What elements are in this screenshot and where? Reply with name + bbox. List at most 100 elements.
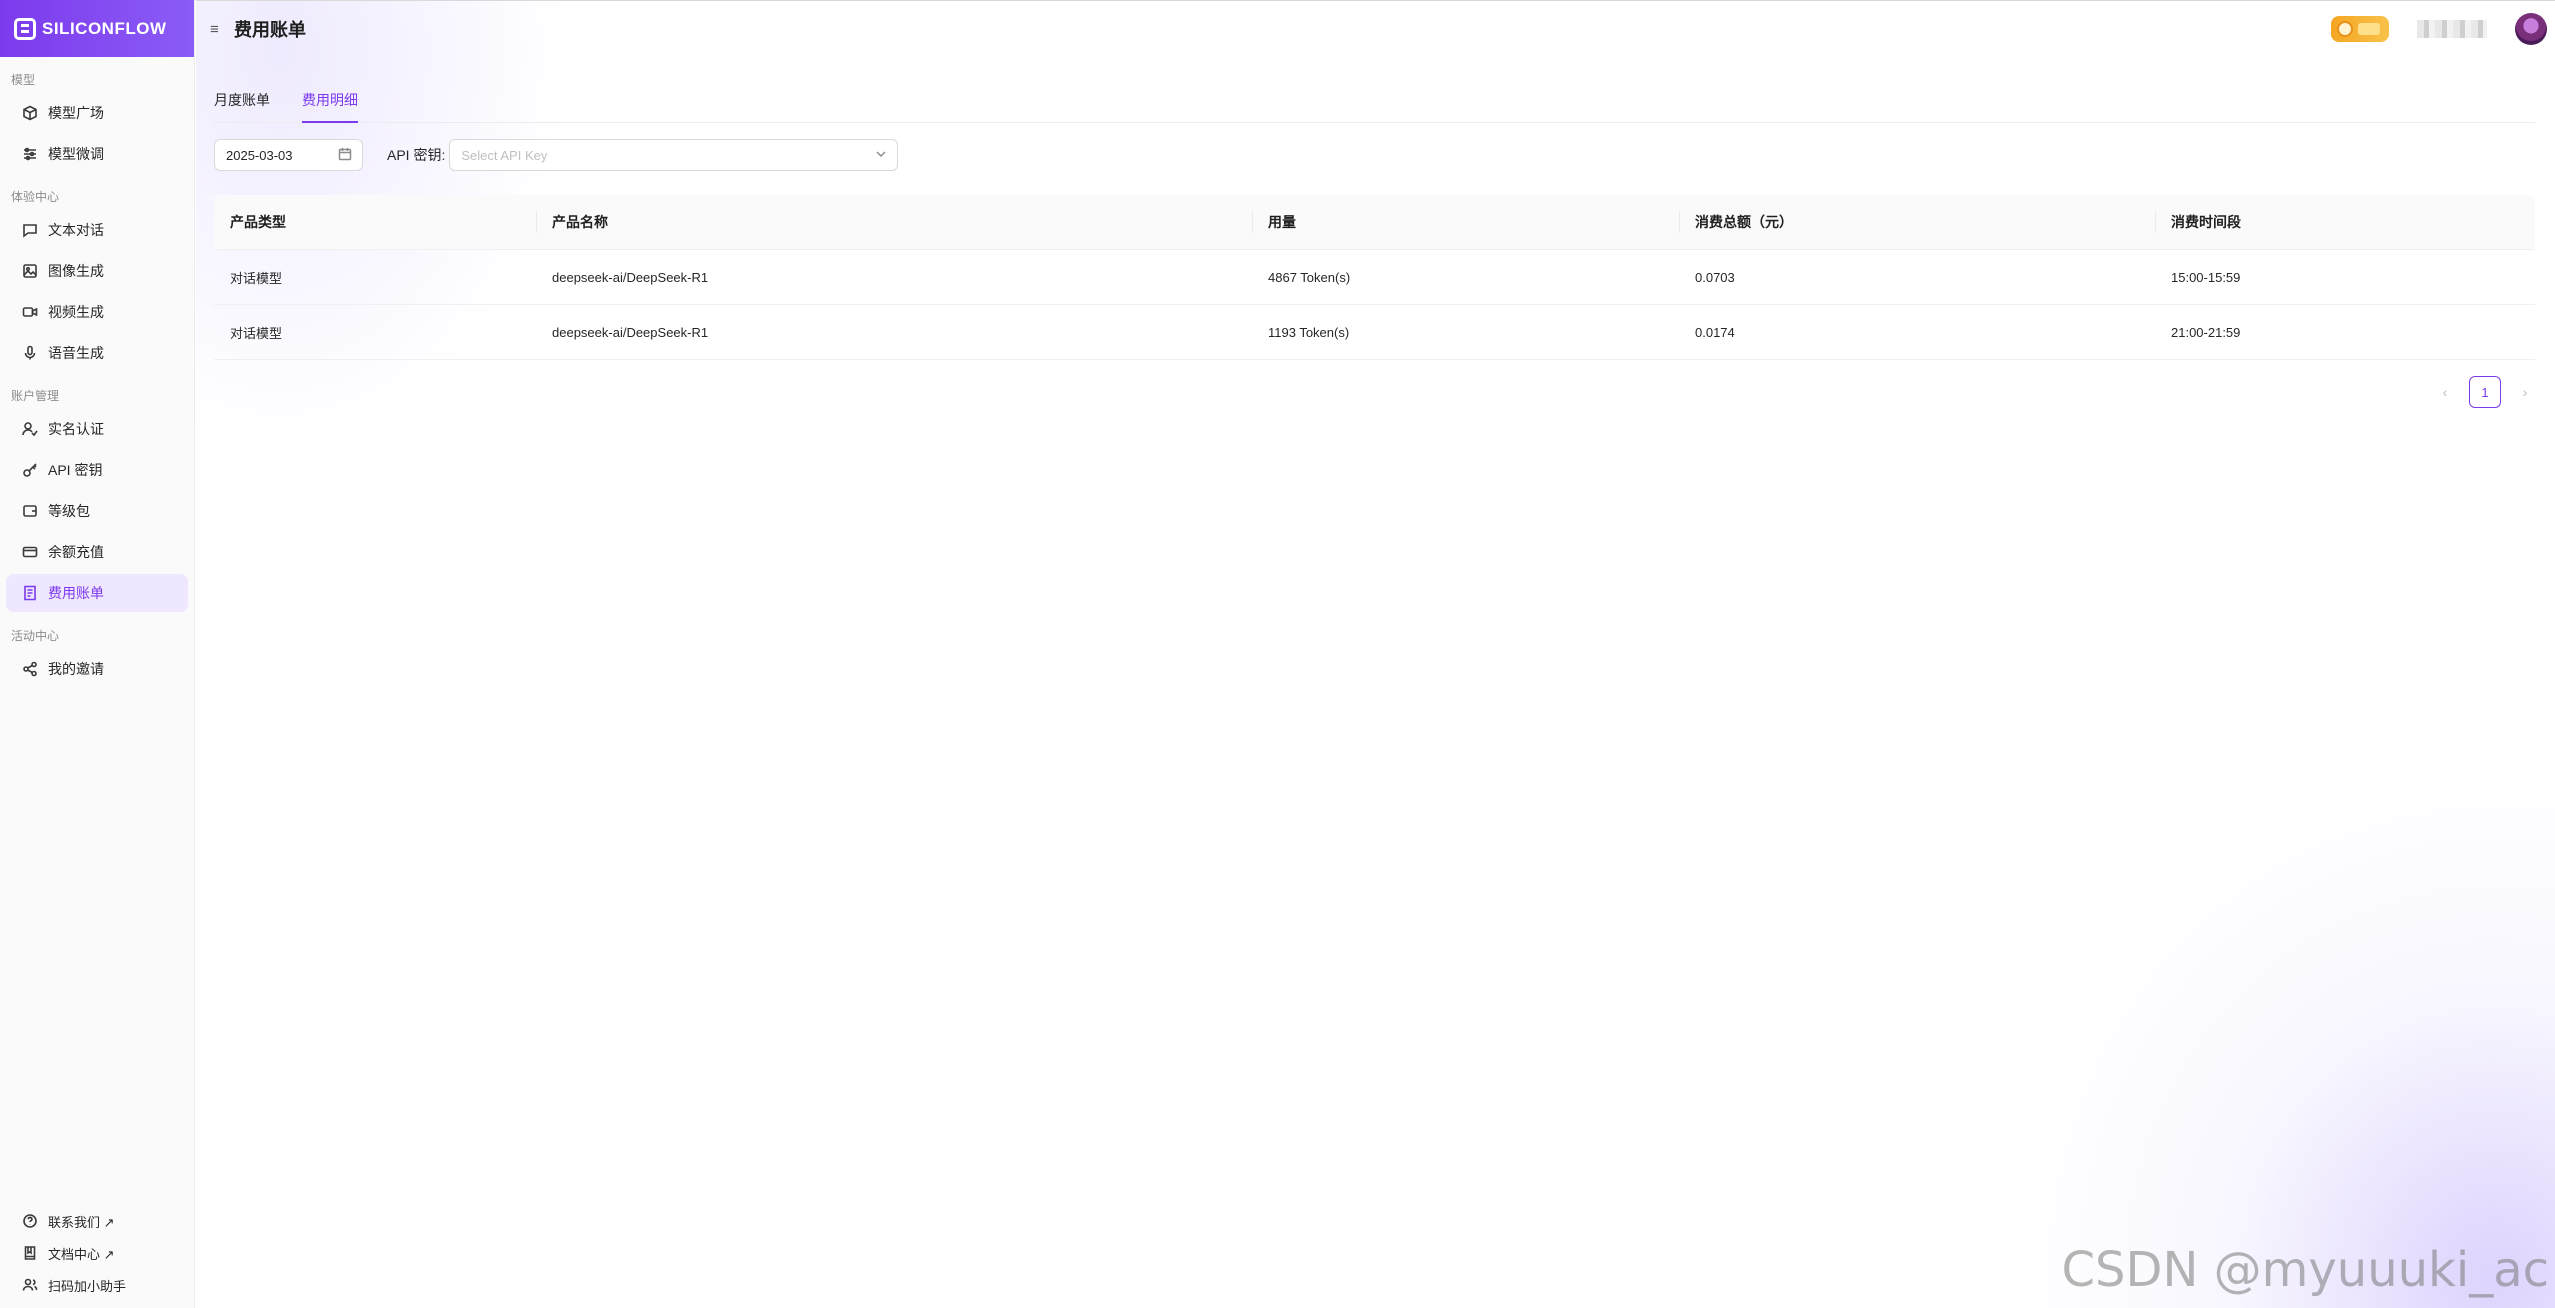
brand-name: SILICONFLOW [42, 18, 167, 38]
key-icon [22, 462, 38, 478]
assistant-qr-link[interactable]: 扫码加小助手 [6, 1270, 188, 1300]
table-cell: deepseek-ai/DeepSeek-R1 [552, 269, 709, 285]
nav-section-title: 活动中心 [11, 629, 60, 643]
table-cell: 15:00-15:59 [2171, 269, 2241, 285]
mic-icon [22, 345, 38, 361]
tab-bar: 月度账单 费用明细 [214, 57, 2535, 123]
sidebar-item-image-gen[interactable]: 图像生成 [6, 252, 188, 290]
calendar-icon [338, 147, 352, 164]
sidebar-item-model-square[interactable]: 模型广场 [6, 94, 188, 132]
column-header: 产品类型 [230, 214, 286, 230]
table-header: 产品类型 产品名称 用量 消费总额（元） 消费时间段 [214, 195, 2535, 250]
logo-icon [14, 17, 36, 40]
sidebar-item-invites[interactable]: 我的邀请 [6, 650, 188, 688]
sidebar-item-label: 文档中心 ↗ [48, 1246, 115, 1262]
column-header: 消费总额（元） [1679, 211, 2155, 233]
sidebar-footer: 联系我们 ↗ 文档中心 ↗ 扫码加小助手 [0, 1204, 194, 1302]
api-key-select[interactable]: Select API Key [449, 139, 899, 171]
sidebar-item-label: 费用账单 [48, 585, 104, 601]
sidebar-item-billing[interactable]: 费用账单 [6, 574, 188, 612]
sidebar-item-fine-tune[interactable]: 模型微调 [6, 135, 188, 173]
sidebar-item-label: 图像生成 [48, 263, 104, 279]
image-icon [22, 263, 38, 279]
filter-bar: 2025-03-03 API 密钥: Select API Key [214, 139, 2535, 171]
next-page-button[interactable]: › [2517, 384, 2533, 400]
sidebar-item-label: 语音生成 [48, 345, 104, 361]
level-badge[interactable] [2331, 16, 2389, 42]
credit-card-icon [22, 544, 38, 560]
prev-page-button[interactable]: ‹ [2437, 384, 2453, 400]
column-header: 消费时间段 [2155, 211, 2535, 233]
nav-section-title: 模型 [11, 73, 36, 87]
column-header: 用量 [1252, 211, 1679, 233]
bill-icon [22, 585, 38, 601]
help-circle-icon [22, 1213, 38, 1229]
table-cell: 21:00-21:59 [2171, 324, 2241, 340]
users-icon [22, 1277, 38, 1293]
book-icon [22, 1245, 38, 1261]
contact-us-link[interactable]: 联系我们 ↗ [6, 1206, 188, 1236]
wallet-icon [22, 503, 38, 519]
date-picker[interactable]: 2025-03-03 [214, 139, 363, 171]
background-wash [1955, 708, 2555, 1308]
logo[interactable]: SILICONFLOW [0, 0, 194, 57]
sidebar-item-label: API 密钥 [48, 462, 103, 478]
docs-center-link[interactable]: 文档中心 ↗ [6, 1238, 188, 1268]
table-cell: 1193 Token(s) [1268, 324, 1350, 340]
cube-icon [22, 105, 38, 121]
nav-section-title: 账户管理 [11, 389, 60, 403]
sidebar-item-label: 模型微调 [48, 146, 104, 162]
sidebar-item-label: 联系我们 ↗ [48, 1214, 115, 1230]
user-check-icon [22, 421, 38, 437]
sidebar-item-label: 等级包 [48, 503, 90, 519]
table-cell: 0.0174 [1695, 324, 1735, 340]
sidebar-item-text-chat[interactable]: 文本对话 [6, 211, 188, 249]
sidebar-item-label: 我的邀请 [48, 661, 104, 677]
table-cell: 0.0703 [1695, 269, 1735, 285]
page-title: 费用账单 [234, 20, 306, 40]
sidebar-item-label: 实名认证 [48, 421, 104, 437]
api-key-label: API 密钥: [387, 147, 446, 163]
user-area [2331, 13, 2547, 45]
watermark: CSDN @myuuuki_ac [2061, 1242, 2549, 1298]
username-redacted [2417, 20, 2487, 38]
share-icon [22, 661, 38, 677]
sidebar-item-label: 视频生成 [48, 304, 104, 320]
sidebar-item-verification[interactable]: 实名认证 [6, 410, 188, 448]
sidebar: SILICONFLOW 模型 模型广场 模型微调 体验中心 文本对话 图像生成 … [0, 0, 195, 1308]
table-cell: 对话模型 [230, 270, 283, 286]
sidebar-item-recharge[interactable]: 余额充值 [6, 533, 188, 571]
tab-monthly-bill[interactable]: 月度账单 [214, 90, 270, 122]
pagination: ‹ 1 › [214, 376, 2535, 408]
video-icon [22, 304, 38, 320]
avatar[interactable] [2515, 13, 2547, 45]
sidebar-item-label: 文本对话 [48, 222, 104, 238]
api-key-placeholder: Select API Key [461, 147, 548, 163]
badge-icon [2358, 23, 2380, 35]
table-row: 对话模型 deepseek-ai/DeepSeek-R1 4867 Token(… [214, 250, 2535, 305]
date-value: 2025-03-03 [226, 147, 293, 163]
sidebar-item-api-keys[interactable]: API 密钥 [6, 451, 188, 489]
top-bar: ≡ 费用账单 [196, 0, 2555, 57]
sidebar-item-voice-gen[interactable]: 语音生成 [6, 334, 188, 372]
billing-table: 产品类型 产品名称 用量 消费总额（元） 消费时间段 对话模型 deepseek… [214, 195, 2535, 360]
sliders-icon [22, 146, 38, 162]
table-row: 对话模型 deepseek-ai/DeepSeek-R1 1193 Token(… [214, 305, 2535, 360]
menu-toggle-icon[interactable]: ≡ [210, 21, 226, 38]
table-cell: 对话模型 [230, 325, 283, 341]
chat-icon [22, 222, 38, 238]
chevron-down-icon [875, 148, 887, 163]
sidebar-item-label: 余额充值 [48, 544, 104, 560]
column-header: 产品名称 [536, 211, 1252, 233]
nav-section-title: 体验中心 [11, 190, 60, 204]
sidebar-item-label: 模型广场 [48, 105, 104, 121]
coin-icon [2337, 21, 2353, 37]
main-content: 月度账单 费用明细 2025-03-03 API 密钥: Select API … [214, 57, 2535, 408]
table-cell: deepseek-ai/DeepSeek-R1 [552, 324, 709, 340]
sidebar-item-video-gen[interactable]: 视频生成 [6, 293, 188, 331]
sidebar-item-level-pack[interactable]: 等级包 [6, 492, 188, 530]
sidebar-item-label: 扫码加小助手 [48, 1278, 127, 1294]
table-cell: 4867 Token(s) [1268, 269, 1351, 285]
tab-cost-details[interactable]: 费用明细 [302, 90, 358, 123]
page-number-button[interactable]: 1 [2469, 376, 2501, 408]
